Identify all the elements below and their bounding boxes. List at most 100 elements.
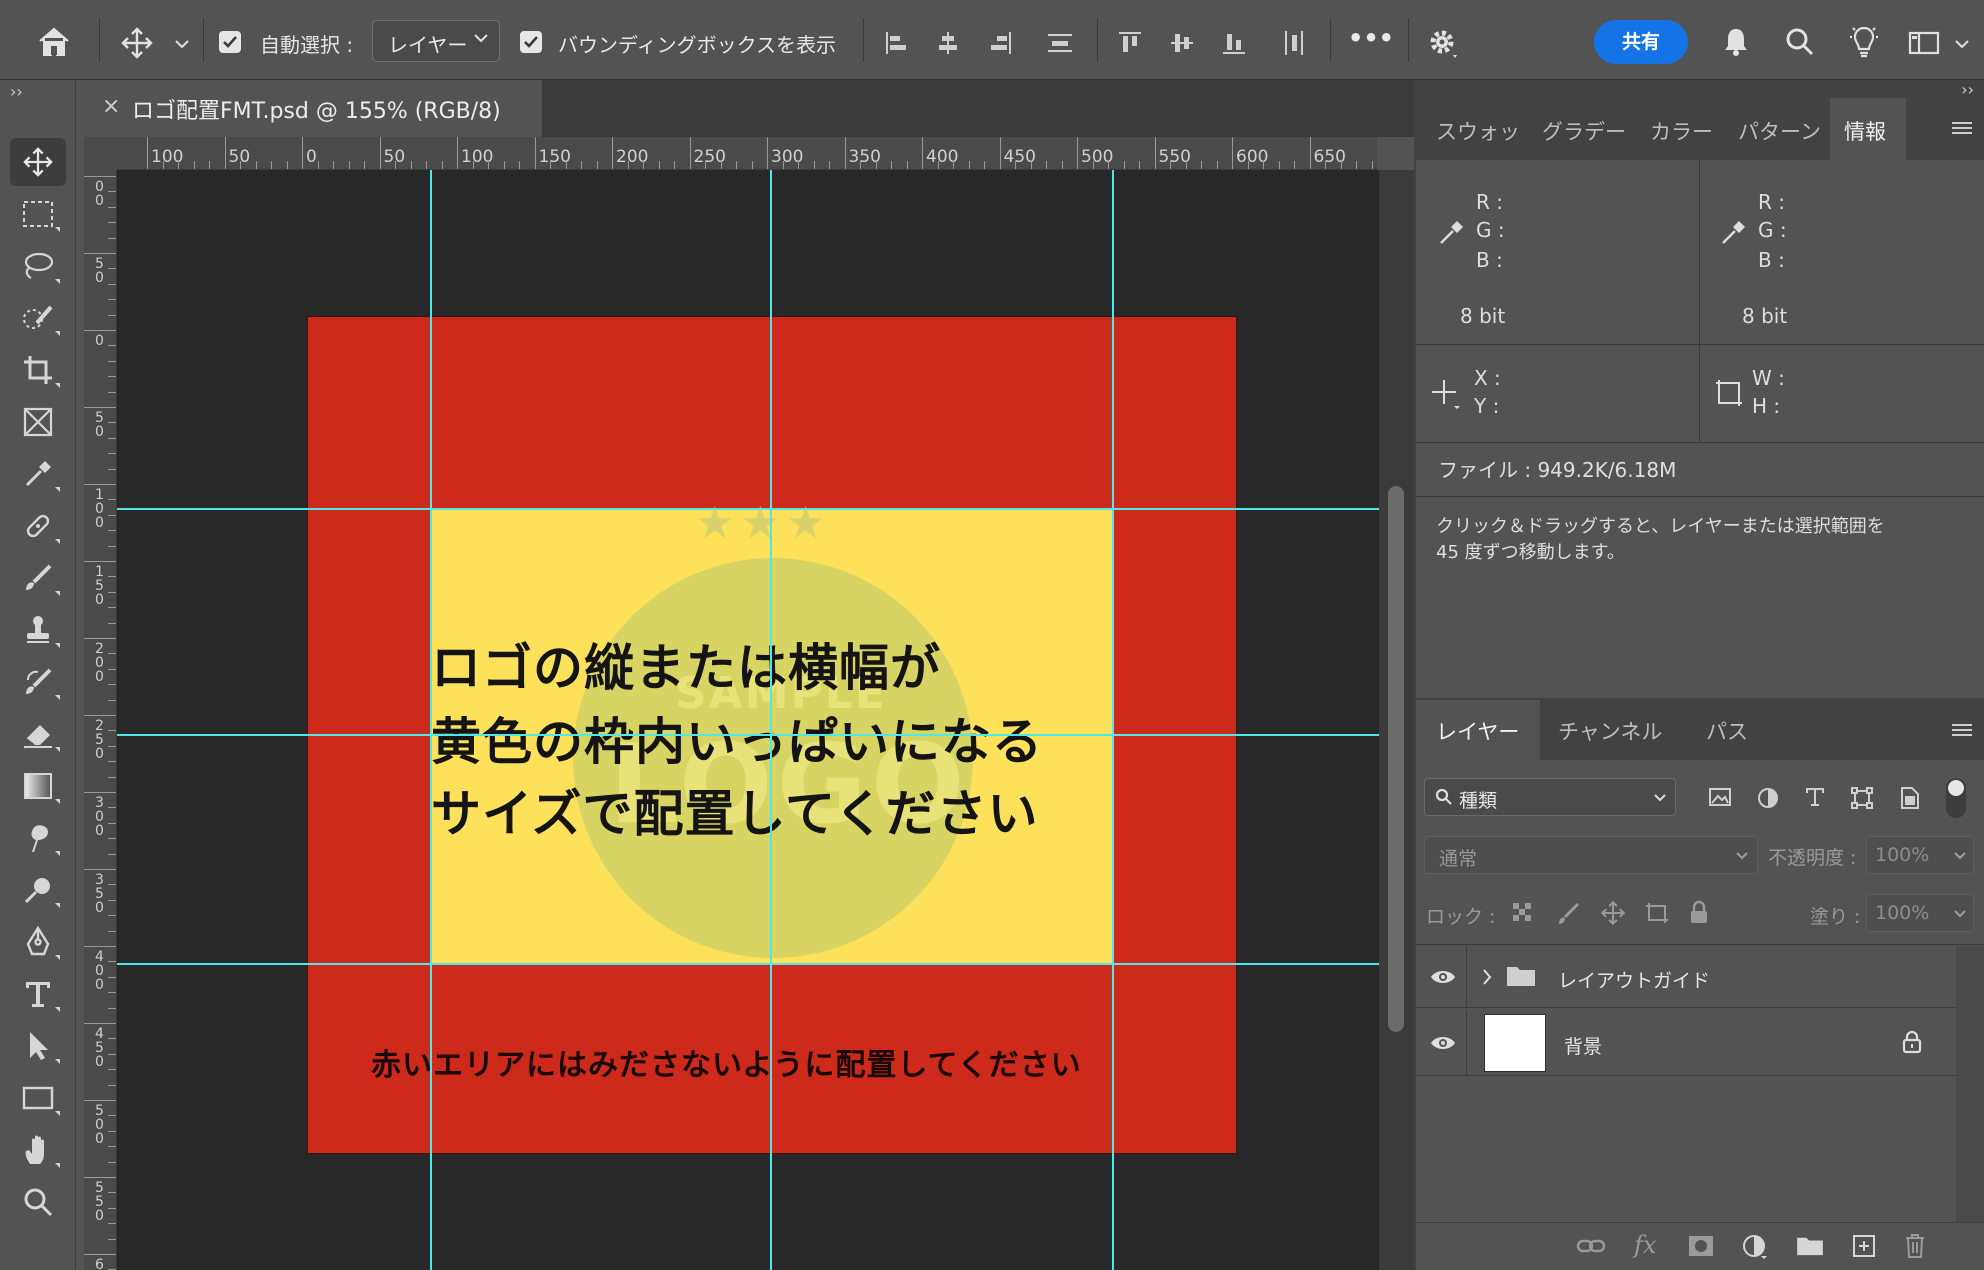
guide-vertical[interactable]: [430, 170, 432, 1270]
quick-selection-tool[interactable]: [10, 294, 66, 342]
guide-horizontal[interactable]: [117, 734, 1379, 736]
history-brush-tool[interactable]: [10, 658, 66, 706]
move-tool[interactable]: [10, 138, 66, 186]
align-bottom-icon[interactable]: [1219, 28, 1249, 58]
lock-position-icon[interactable]: [1600, 900, 1626, 926]
distribute-vertical-icon[interactable]: [1045, 28, 1075, 58]
brush-tool[interactable]: [10, 554, 66, 602]
chevron-down-icon[interactable]: [170, 34, 194, 54]
zoom-tool[interactable]: [10, 1178, 66, 1226]
type-filter-icon[interactable]: [1804, 786, 1826, 808]
workspace-icon[interactable]: [1904, 24, 1944, 62]
lock-artboard-icon[interactable]: [1644, 900, 1670, 926]
guide-vertical[interactable]: [1112, 170, 1114, 1270]
path-selection-tool[interactable]: [10, 1022, 66, 1070]
pen-tool[interactable]: [10, 918, 66, 966]
tab-patterns[interactable]: パターン: [1738, 116, 1821, 146]
lock-transparency-icon[interactable]: [1512, 902, 1534, 924]
clone-stamp-tool[interactable]: [10, 606, 66, 654]
image-filter-icon[interactable]: [1708, 786, 1732, 808]
dodge-tool[interactable]: [10, 866, 66, 914]
fx-icon[interactable]: fx: [1634, 1231, 1656, 1259]
eye-icon[interactable]: [1430, 1034, 1456, 1052]
tab-gradients[interactable]: グラデー: [1542, 116, 1626, 146]
scrollbar-thumb[interactable]: [1388, 486, 1404, 1032]
bell-icon[interactable]: [1716, 22, 1756, 62]
ruler-tick: [108, 776, 116, 778]
lock-pixels-icon[interactable]: [1556, 900, 1582, 926]
align-top-icon[interactable]: [1115, 28, 1145, 58]
guide-horizontal[interactable]: [117, 963, 1379, 965]
smart-object-filter-icon[interactable]: [1898, 786, 1920, 810]
layers-scrollbar[interactable]: [1956, 946, 1984, 1222]
opacity-input[interactable]: 100%: [1866, 836, 1974, 874]
tab-layers[interactable]: レイヤー: [1436, 716, 1519, 746]
chevron-right-icon[interactable]: [1482, 968, 1492, 986]
filter-toggle[interactable]: [1946, 778, 1966, 818]
crop-tool[interactable]: [10, 346, 66, 394]
more-options-icon[interactable]: •••: [1348, 24, 1394, 52]
marquee-tool[interactable]: [10, 190, 66, 238]
share-button[interactable]: 共有: [1594, 20, 1688, 64]
lightbulb-icon[interactable]: [1844, 22, 1884, 62]
auto-select-dropdown[interactable]: レイヤー: [372, 20, 500, 62]
search-icon[interactable]: [1780, 22, 1820, 62]
gear-icon[interactable]: [1424, 24, 1464, 64]
layer-mask-icon[interactable]: [1688, 1235, 1714, 1257]
tab-color[interactable]: カラー: [1650, 116, 1713, 146]
guide-vertical[interactable]: [770, 170, 772, 1270]
layer-row-background[interactable]: 背景: [1416, 1010, 1956, 1076]
gradient-tool[interactable]: [10, 762, 66, 810]
close-icon[interactable]: ×: [102, 94, 120, 119]
lasso-tool[interactable]: [10, 242, 66, 290]
type-tool[interactable]: [10, 970, 66, 1018]
chevron-down-icon[interactable]: [1950, 34, 1974, 54]
healing-brush-tool[interactable]: [10, 502, 66, 550]
layer-row-layout-guide[interactable]: レイアウトガイド: [1416, 946, 1956, 1008]
vertical-ruler[interactable]: 00 50 0 50 100 150 200 250 300 350 400 450 500 550 6: [84, 170, 117, 1270]
frame-tool[interactable]: [10, 398, 66, 446]
layer-filter-dropdown[interactable]: 種類: [1424, 778, 1676, 816]
new-layer-icon[interactable]: [1852, 1234, 1876, 1258]
adjustment-layer-icon[interactable]: [1742, 1234, 1768, 1260]
hand-tool[interactable]: [10, 1126, 66, 1174]
horizontal-ruler[interactable]: 100 50 0 50 100 150 200 250 300 350 400 450 500 550 60…: [117, 137, 1377, 170]
collapse-panel-icon[interactable]: ››: [10, 82, 23, 101]
adjustment-filter-icon[interactable]: [1756, 786, 1780, 810]
lock-all-icon[interactable]: [1688, 900, 1710, 926]
eraser-tool[interactable]: [10, 710, 66, 758]
document-tab[interactable]: × ロゴ配置FMT.psd @ 155% (RGB/8): [84, 80, 542, 137]
lock-icon[interactable]: [1902, 1030, 1922, 1054]
vertical-scrollbar[interactable]: [1379, 170, 1414, 1270]
home-icon[interactable]: [34, 22, 74, 62]
link-layers-icon[interactable]: [1576, 1235, 1606, 1257]
align-right-icon[interactable]: [985, 28, 1015, 58]
bounding-box-checkbox[interactable]: [520, 31, 542, 53]
eyedropper-icon: [1720, 220, 1746, 246]
collapse-panel-icon[interactable]: ››: [1961, 80, 1974, 99]
align-center-horizontal-icon[interactable]: [933, 28, 963, 58]
tab-channels[interactable]: チャンネル: [1558, 716, 1662, 746]
distribute-horizontal-icon[interactable]: [1279, 28, 1309, 58]
align-middle-vertical-icon[interactable]: [1167, 28, 1197, 58]
auto-select-checkbox[interactable]: [219, 31, 241, 53]
panel-menu-icon[interactable]: [1952, 722, 1972, 738]
eyedropper-tool[interactable]: [10, 450, 66, 498]
align-left-icon[interactable]: [882, 28, 912, 58]
panel-menu-icon[interactable]: [1952, 120, 1972, 136]
shape-filter-icon[interactable]: [1850, 786, 1874, 810]
blend-mode-dropdown[interactable]: 通常: [1424, 836, 1758, 874]
smudge-tool[interactable]: [10, 814, 66, 862]
rectangle-tool[interactable]: [10, 1074, 66, 1122]
guide-horizontal[interactable]: [117, 508, 1379, 510]
move-tool-icon[interactable]: [118, 24, 156, 62]
tab-swatches[interactable]: スウォッ: [1436, 116, 1520, 146]
canvas-area[interactable]: ★★★ SAMPLE LOGO ロゴの縦または横幅が 黄色の枠内いっぱいになる …: [117, 170, 1379, 1270]
tab-paths[interactable]: パス: [1706, 716, 1748, 746]
tab-info[interactable]: 情報: [1844, 116, 1886, 146]
new-group-icon[interactable]: [1796, 1235, 1824, 1257]
eye-icon[interactable]: [1430, 968, 1456, 986]
trash-icon[interactable]: [1904, 1233, 1926, 1259]
fill-input[interactable]: 100%: [1866, 894, 1974, 932]
ruler-origin[interactable]: [84, 137, 117, 170]
